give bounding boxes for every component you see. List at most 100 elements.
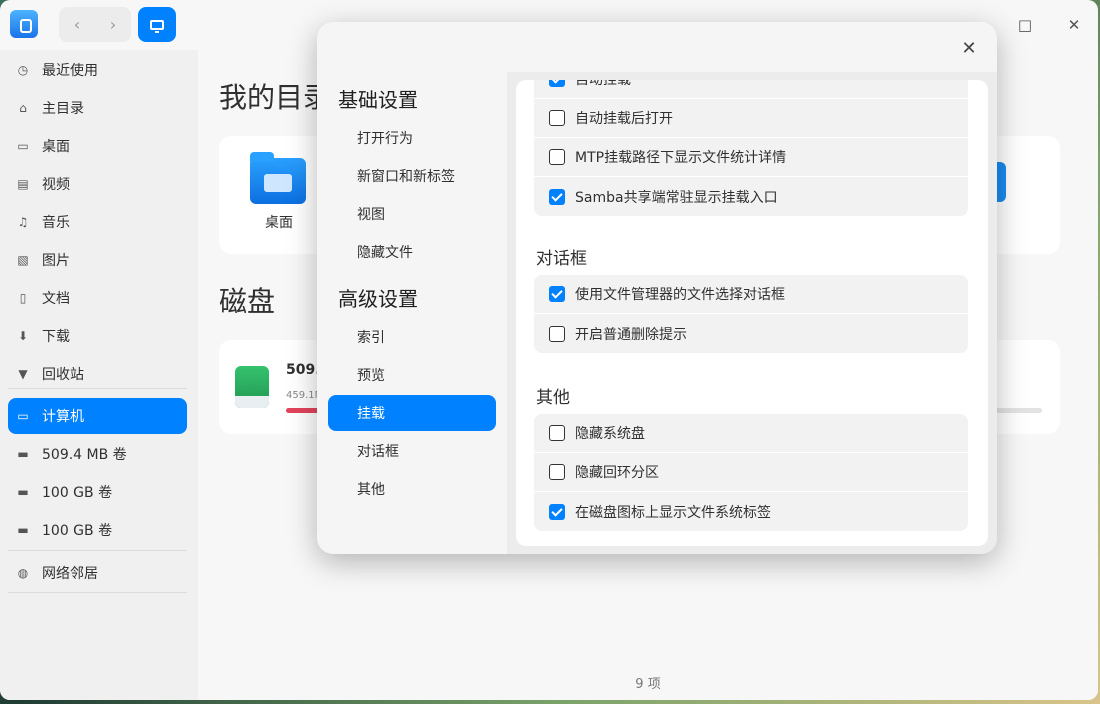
option-label: 隐藏系统盘 (575, 426, 645, 442)
sidebar-item-label: 主目录 (42, 101, 84, 117)
sidebar-item-11[interactable]: ▬ 100 GB 卷 (8, 474, 187, 510)
option-row[interactable]: 隐藏回环分区 (534, 453, 968, 492)
option-label: Samba共享端常驻显示挂载入口 (575, 189, 778, 206)
checkbox-checked[interactable] (549, 188, 565, 205)
option-row[interactable]: 使用文件管理器的文件选择对话框 (534, 275, 968, 314)
disk-icon: ▬ (17, 447, 29, 461)
forward-button[interactable]: › (95, 7, 131, 42)
nav-item-view[interactable]: 视图 (328, 196, 496, 232)
monitor-icon (150, 19, 164, 33)
mount-options-group: 自动挂载自动挂载后打开 MTP挂载路径下显示文件统计详情 Samba共享端常驻显示挂… (534, 80, 968, 216)
checkbox-checked[interactable] (549, 286, 565, 302)
sidebar-item-0[interactable]: ◷ 最近使用 (8, 52, 187, 88)
option-row[interactable]: 自动挂载 (534, 80, 968, 99)
option-label: 使用文件管理器的文件选择对话框 (575, 287, 785, 303)
sidebar-item-label: 视频 (42, 177, 70, 193)
sidebar-item-3[interactable]: ▤ 视频 (8, 166, 187, 202)
sidebar-item-5[interactable]: ▧ 图片 (8, 242, 187, 278)
option-label: 自动挂载后打开 (575, 111, 673, 127)
nav-item-open-behavior[interactable]: 打开行为 (328, 120, 496, 156)
checkbox-unchecked[interactable] (549, 425, 565, 441)
sidebar: ◷ 最近使用 ⌂ 主目录 ▭ 桌面 ▤ 视频 ♫ 音乐 ▧ 图片 ▯ 文档 ⬇ 下载 ▼ 回收站 ▭ 计算机 ▬ 509.… (0, 50, 198, 700)
home-icon: ⌂ (19, 101, 27, 115)
my-directories-title: 我的目录 (219, 81, 332, 114)
sidebar-item-label: 图片 (42, 253, 70, 269)
picture-icon: ▧ (17, 253, 29, 267)
option-label: 隐藏回环分区 (575, 465, 659, 481)
sidebar-item-label: 音乐 (42, 215, 70, 231)
sidebar-divider (8, 550, 187, 551)
dialog-section-title: 对话框 (536, 249, 587, 269)
nav-item-index[interactable]: 索引 (328, 319, 496, 355)
sidebar-item-4[interactable]: ♫ 音乐 (8, 204, 187, 240)
sidebar-item-1[interactable]: ⌂ 主目录 (8, 90, 187, 126)
sidebar-item-label: 100 GB 卷 (42, 523, 113, 539)
sidebar-item-13[interactable]: ◍ 网络邻居 (8, 555, 187, 591)
sidebar-item-label: 计算机 (42, 409, 84, 425)
nav-item-mount[interactable]: 挂载 (328, 395, 496, 431)
option-row[interactable]: 隐藏系统盘 (534, 414, 968, 453)
sidebar-divider (8, 592, 187, 593)
other-section-title: 其他 (536, 388, 570, 408)
sidebar-item-label: 文档 (42, 291, 70, 307)
music-icon: ♫ (17, 215, 29, 229)
close-dialog-button[interactable]: ✕ (957, 36, 981, 60)
disk-card-partial[interactable] (988, 340, 1060, 434)
document-icon: ▯ (19, 291, 27, 305)
sidebar-item-label: 100 GB 卷 (42, 485, 113, 501)
sidebar-item-9[interactable]: ▭ 计算机 (8, 398, 187, 434)
clock-icon: ◷ (17, 63, 29, 77)
checkbox-unchecked[interactable] (549, 325, 565, 342)
sidebar-item-label: 下载 (42, 329, 70, 345)
settings-nav: 基础设置 打开行为 新窗口和新标签 视图 隐藏文件 高级设置 索引 预览 挂载 … (317, 72, 507, 554)
sidebar-item-label: 回收站 (42, 367, 84, 383)
option-label: 自动挂载 (575, 80, 631, 88)
sidebar-item-10[interactable]: ▬ 509.4 MB 卷 (8, 436, 187, 472)
nav-item-dialog[interactable]: 对话框 (328, 433, 496, 469)
sidebar-item-label: 最近使用 (42, 63, 98, 79)
option-row[interactable]: Samba共享端常驻显示挂载入口 (534, 177, 968, 216)
checkbox-checked[interactable] (549, 80, 565, 87)
maximize-button[interactable]: □ (1012, 12, 1038, 38)
nav-item-hidden-files[interactable]: 隐藏文件 (328, 234, 496, 270)
computer-icon: ▭ (17, 409, 29, 423)
close-window-button[interactable]: ✕ (1061, 12, 1087, 38)
checkbox-checked[interactable] (549, 503, 565, 520)
option-row[interactable]: 自动挂载后打开 (534, 99, 968, 138)
basic-settings-title: 基础设置 (338, 88, 418, 112)
computer-view-button[interactable] (138, 7, 176, 42)
other-options-group: 隐藏系统盘隐藏回环分区在磁盘图标上显示文件系统标签 (534, 414, 968, 531)
settings-dialog: ✕ 基础设置 打开行为 新窗口和新标签 视图 隐藏文件 高级设置 索引 预览 挂… (317, 22, 997, 554)
option-row[interactable]: 开启普通删除提示 (534, 314, 968, 353)
sidebar-item-6[interactable]: ▯ 文档 (8, 280, 187, 316)
folder-card-partial[interactable] (988, 136, 1060, 254)
sidebar-item-8[interactable]: ▼ 回收站 (8, 356, 187, 392)
advanced-settings-title: 高级设置 (338, 287, 418, 311)
nav-item-preview[interactable]: 预览 (328, 357, 496, 393)
settings-scroll-area[interactable]: 自动挂载自动挂载后打开 MTP挂载路径下显示文件统计详情 Samba共享端常驻显示挂… (516, 80, 988, 546)
trash-icon: ▼ (18, 367, 28, 381)
disk-icon: ▬ (17, 523, 29, 537)
navigation-buttons: ‹ › (59, 7, 131, 42)
nav-item-new-window-tab[interactable]: 新窗口和新标签 (328, 158, 496, 194)
option-label: 在磁盘图标上显示文件系统标签 (575, 504, 771, 521)
option-label: 开启普通删除提示 (575, 326, 687, 343)
dialog-options-group: 使用文件管理器的文件选择对话框 开启普通删除提示 (534, 275, 968, 353)
back-button[interactable]: ‹ (59, 7, 95, 42)
folder-icon (250, 152, 306, 204)
option-row[interactable]: MTP挂载路径下显示文件统计详情 (534, 138, 968, 177)
sidebar-item-2[interactable]: ▭ 桌面 (8, 128, 187, 164)
option-row[interactable]: 在磁盘图标上显示文件系统标签 (534, 492, 968, 531)
desktop-icon: ▭ (17, 139, 29, 153)
disk-icon (235, 366, 269, 408)
sidebar-item-7[interactable]: ⬇ 下载 (8, 318, 187, 354)
option-label: MTP挂载路径下显示文件统计详情 (575, 150, 787, 166)
disks-title: 磁盘 (219, 285, 276, 318)
sidebar-item-12[interactable]: ▬ 100 GB 卷 (8, 512, 187, 548)
sidebar-divider (8, 388, 187, 389)
nav-item-other[interactable]: 其他 (328, 471, 496, 507)
checkbox-unchecked[interactable] (549, 464, 565, 480)
checkbox-unchecked[interactable] (549, 110, 565, 126)
checkbox-unchecked[interactable] (549, 149, 565, 165)
video-icon: ▤ (17, 177, 29, 191)
